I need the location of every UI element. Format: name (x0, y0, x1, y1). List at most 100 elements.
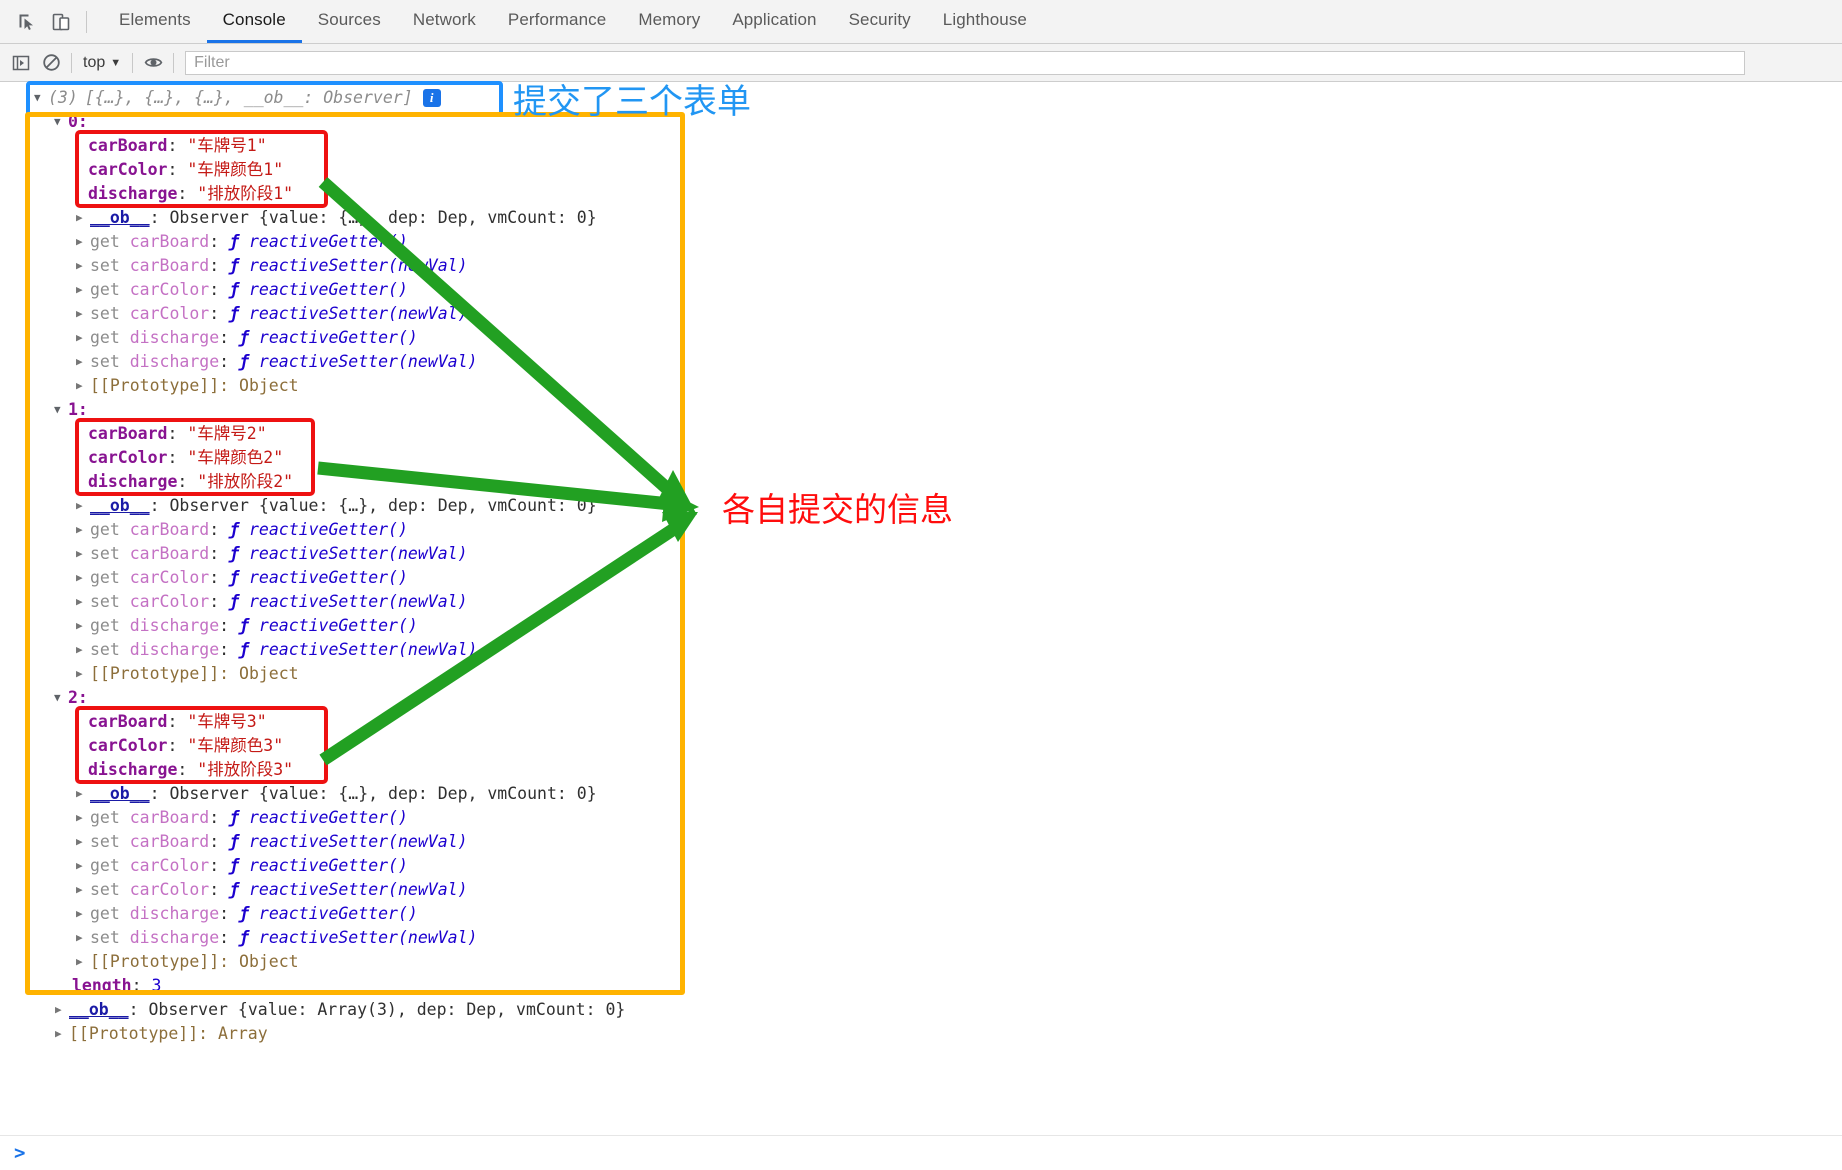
console-array-summary-row[interactable]: ▼ (3) [{…}, {…}, {…}, __ob__: Observer] … (34, 86, 441, 110)
expand-caret-icon[interactable]: ▼ (54, 686, 66, 710)
accessor-row[interactable]: ▶ set carColor: ƒ reactiveSetter(newVal) (76, 302, 468, 326)
expand-caret-icon[interactable]: ▼ (54, 398, 66, 422)
expand-caret-icon[interactable]: ▼ (54, 110, 66, 134)
accessor-row[interactable]: ▶ get carBoard: ƒ reactiveGetter() (76, 518, 408, 542)
accessor-row[interactable]: ▶ set carBoard: ƒ reactiveSetter(newVal) (76, 542, 468, 566)
inspect-element-icon[interactable] (10, 5, 44, 39)
expand-caret-icon[interactable]: ▶ (76, 950, 88, 974)
accessor-row[interactable]: ▶ set carBoard: ƒ reactiveSetter(newVal) (76, 830, 468, 854)
array-prototype-row[interactable]: ▶ [[Prototype]]: Array (55, 1022, 268, 1046)
expand-caret-icon[interactable]: ▶ (76, 278, 88, 302)
property-row[interactable]: carColor: "车牌颜色2" (88, 446, 283, 470)
accessor-row[interactable]: ▶ set discharge: ƒ reactiveSetter(newVal… (76, 926, 477, 950)
expand-caret-icon[interactable]: ▶ (76, 254, 88, 278)
accessor-kind: set (90, 638, 120, 662)
accessor-row[interactable]: ▶ set discharge: ƒ reactiveSetter(newVal… (76, 638, 477, 662)
expand-caret-icon[interactable]: ▶ (76, 302, 88, 326)
accessor-row[interactable]: ▶ get discharge: ƒ reactiveGetter() (76, 614, 418, 638)
property-value: "车牌颜色2" (187, 446, 283, 470)
group-index-2[interactable]: ▼ 2: (54, 686, 88, 710)
prototype-row[interactable]: ▶ [[Prototype]]: Object (76, 950, 299, 974)
accessor-row[interactable]: ▶ get discharge: ƒ reactiveGetter() (76, 902, 418, 926)
expand-caret-icon[interactable]: ▶ (76, 590, 88, 614)
observer-key[interactable]: __ob__ (90, 782, 150, 806)
tab-sources[interactable]: Sources (302, 0, 397, 43)
observer-key[interactable]: __ob__ (90, 494, 150, 518)
expand-caret-icon[interactable]: ▶ (76, 662, 88, 686)
tab-application[interactable]: Application (716, 0, 832, 43)
console-prompt[interactable]: > (0, 1135, 1842, 1170)
tab-memory[interactable]: Memory (622, 0, 716, 43)
tab-lighthouse[interactable]: Lighthouse (927, 0, 1043, 43)
expand-caret-icon[interactable]: ▶ (76, 854, 88, 878)
function-symbol: ƒ (229, 566, 239, 590)
property-row[interactable]: carColor: "车牌颜色3" (88, 734, 283, 758)
expand-caret-icon[interactable]: ▶ (76, 518, 88, 542)
expand-caret-icon[interactable]: ▶ (76, 638, 88, 662)
expand-caret-icon[interactable]: ▶ (76, 230, 88, 254)
expand-caret-icon[interactable]: ▶ (76, 374, 88, 398)
observer-row[interactable]: ▶ __ob__: Observer {value: {…}, dep: Dep… (76, 206, 597, 230)
expand-caret-icon[interactable]: ▶ (76, 926, 88, 950)
live-expression-eye-icon[interactable] (138, 48, 168, 78)
tab-console[interactable]: Console (207, 0, 302, 43)
expand-caret-icon[interactable]: ▶ (76, 566, 88, 590)
accessor-row[interactable]: ▶ get discharge: ƒ reactiveGetter() (76, 326, 418, 350)
observer-key[interactable]: __ob__ (69, 998, 129, 1022)
observer-row[interactable]: ▶ __ob__: Observer {value: {…}, dep: Dep… (76, 782, 597, 806)
property-row[interactable]: discharge: "排放阶段1" (88, 182, 293, 206)
property-row[interactable]: carBoard: "车牌号3" (88, 710, 267, 734)
device-toolbar-icon[interactable] (44, 5, 78, 39)
expand-caret-icon[interactable]: ▶ (76, 350, 88, 374)
execution-context-selector[interactable]: top ▼ (77, 54, 127, 72)
accessor-row[interactable]: ▶ set discharge: ƒ reactiveSetter(newVal… (76, 350, 477, 374)
property-key: carColor (88, 446, 167, 470)
group-index-0[interactable]: ▼ 0: (54, 110, 88, 134)
info-icon[interactable]: i (423, 89, 441, 107)
expand-caret-icon[interactable]: ▶ (76, 902, 88, 926)
expand-caret-icon[interactable]: ▶ (76, 206, 88, 230)
array-observer-row[interactable]: ▶ __ob__: Observer {value: Array(3), dep… (55, 998, 625, 1022)
accessor-row[interactable]: ▶ get carBoard: ƒ reactiveGetter() (76, 806, 408, 830)
accessor-row[interactable]: ▶ get carColor: ƒ reactiveGetter() (76, 566, 408, 590)
property-value: "排放阶段2" (197, 470, 293, 494)
console-filter-input[interactable]: Filter (185, 51, 1745, 75)
expand-caret-icon[interactable]: ▶ (76, 806, 88, 830)
tab-console-label: Console (223, 10, 286, 30)
tab-elements[interactable]: Elements (103, 0, 207, 43)
property-row[interactable]: discharge: "排放阶段2" (88, 470, 293, 494)
expand-caret-icon[interactable]: ▶ (76, 614, 88, 638)
expand-caret-icon[interactable]: ▶ (55, 1022, 67, 1046)
console-sidebar-toggle-icon[interactable] (6, 48, 36, 78)
accessor-key: discharge (130, 638, 219, 662)
tab-network[interactable]: Network (397, 0, 492, 43)
expand-caret-icon[interactable]: ▶ (76, 542, 88, 566)
accessor-row[interactable]: ▶ set carBoard: ƒ reactiveSetter(newVal) (76, 254, 468, 278)
property-row[interactable]: discharge: "排放阶段3" (88, 758, 293, 782)
accessor-row[interactable]: ▶ set carColor: ƒ reactiveSetter(newVal) (76, 878, 468, 902)
accessor-row[interactable]: ▶ get carBoard: ƒ reactiveGetter() (76, 230, 408, 254)
observer-row[interactable]: ▶ __ob__: Observer {value: {…}, dep: Dep… (76, 494, 597, 518)
expand-caret-icon[interactable]: ▶ (76, 782, 88, 806)
prototype-row[interactable]: ▶ [[Prototype]]: Object (76, 662, 299, 686)
group-index-1[interactable]: ▼ 1: (54, 398, 88, 422)
expand-caret-icon[interactable]: ▶ (76, 830, 88, 854)
accessor-key: carBoard (130, 830, 209, 854)
clear-console-icon[interactable] (36, 48, 66, 78)
function-symbol: ƒ (229, 542, 239, 566)
property-row[interactable]: carBoard: "车牌号2" (88, 422, 267, 446)
expand-caret-icon[interactable]: ▶ (76, 326, 88, 350)
prototype-row[interactable]: ▶ [[Prototype]]: Object (76, 374, 299, 398)
accessor-row[interactable]: ▶ get carColor: ƒ reactiveGetter() (76, 854, 408, 878)
observer-key[interactable]: __ob__ (90, 206, 150, 230)
expand-caret-icon[interactable]: ▶ (55, 998, 67, 1022)
tab-performance[interactable]: Performance (492, 0, 622, 43)
property-row[interactable]: carColor: "车牌颜色1" (88, 158, 283, 182)
expand-caret-icon[interactable]: ▼ (34, 86, 46, 110)
tab-security[interactable]: Security (833, 0, 927, 43)
accessor-row[interactable]: ▶ get carColor: ƒ reactiveGetter() (76, 278, 408, 302)
property-row[interactable]: carBoard: "车牌号1" (88, 134, 267, 158)
expand-caret-icon[interactable]: ▶ (76, 878, 88, 902)
expand-caret-icon[interactable]: ▶ (76, 494, 88, 518)
accessor-row[interactable]: ▶ set carColor: ƒ reactiveSetter(newVal) (76, 590, 468, 614)
